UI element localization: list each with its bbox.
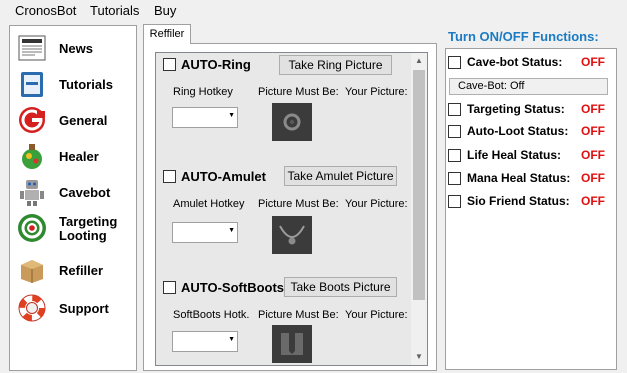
sidebar-item-targeting-looting[interactable]: Targeting Looting <box>10 211 136 247</box>
chevron-down-icon: ▼ <box>228 227 235 234</box>
autoloot-status-row[interactable]: Auto-Loot Status: OFF <box>448 124 613 140</box>
sidebar-item-label: News <box>59 41 93 56</box>
targeting-label-line1: Targeting <box>59 214 118 229</box>
vertical-scrollbar[interactable]: ▲ ▼ <box>411 53 427 365</box>
siofriend-status-checkbox[interactable] <box>448 195 461 208</box>
sidebar-item-label: Cavebot <box>59 185 111 200</box>
auto-amulet-title: AUTO-Amulet <box>181 169 266 184</box>
sidebar: News Tutorials General Healer Cavebot Ta… <box>9 25 137 371</box>
sidebar-item-tutorials[interactable]: Tutorials <box>10 67 136 103</box>
manaheal-status-row[interactable]: Mana Heal Status: OFF <box>448 171 613 187</box>
auto-ring-title: AUTO-Ring <box>181 57 251 72</box>
targeting-status-row[interactable]: Targeting Status: OFF <box>448 102 613 118</box>
sidebar-item-label: General <box>59 113 108 128</box>
softboots-your-picture-label: Your Picture: <box>345 309 408 321</box>
sidebar-item-label: Tutorials <box>59 77 113 92</box>
general-g-icon <box>19 107 45 133</box>
lifebuoy-icon <box>18 294 46 322</box>
amulet-your-picture-label: Your Picture: <box>345 198 408 210</box>
sidebar-item-label: Healer <box>59 149 99 164</box>
auto-softboots-checkbox[interactable] <box>163 281 176 294</box>
sidebar-item-label: Support <box>59 301 109 316</box>
cavebot-status-row[interactable]: Cave-bot Status: OFF <box>448 55 613 71</box>
auto-amulet-checkbox[interactable] <box>163 170 176 183</box>
siofriend-status-row[interactable]: Sio Friend Status: OFF <box>448 194 613 210</box>
menu-cronosbot[interactable]: CronosBot <box>15 3 76 18</box>
amulet-picture <box>272 216 312 254</box>
ring-picture <box>272 103 312 141</box>
cavebot-status-checkbox[interactable] <box>448 56 461 69</box>
tab-reffiler[interactable]: Reffiler <box>143 24 191 44</box>
auto-softboots-title: AUTO-SoftBoots <box>181 280 285 295</box>
status-badge: OFF <box>581 55 605 69</box>
tutorials-book-icon <box>21 72 43 97</box>
take-boots-picture-button[interactable]: Take Boots Picture <box>284 277 397 297</box>
softboots-picture <box>272 325 312 363</box>
status-label: Sio Friend Status: <box>467 194 570 208</box>
sidebar-item-news[interactable]: News <box>10 31 136 67</box>
status-badge: OFF <box>581 124 605 138</box>
amulet-hotkey-select[interactable]: ▼ <box>172 222 238 243</box>
target-icon <box>18 214 46 242</box>
softboots-hotkey-label: SoftBoots Hotk. <box>173 309 250 321</box>
newspaper-icon <box>18 35 46 61</box>
lifeheal-status-checkbox[interactable] <box>448 149 461 162</box>
scroll-thumb[interactable] <box>413 70 425 300</box>
sidebar-item-label: Targeting Looting <box>59 211 117 247</box>
take-amulet-picture-button[interactable]: Take Amulet Picture <box>284 166 397 186</box>
menu-buy[interactable]: Buy <box>154 3 176 18</box>
chevron-down-icon: ▼ <box>228 336 235 343</box>
ring-hotkey-select[interactable]: ▼ <box>172 107 238 128</box>
sidebar-item-cavebot[interactable]: Cavebot <box>10 175 136 211</box>
amulet-hotkey-label: Amulet Hotkey <box>173 198 245 210</box>
status-badge: OFF <box>581 148 605 162</box>
amulet-must-be-label: Picture Must Be: <box>258 198 339 210</box>
autoloot-status-checkbox[interactable] <box>448 125 461 138</box>
targeting-status-checkbox[interactable] <box>448 103 461 116</box>
lifeheal-status-row[interactable]: Life Heal Status: OFF <box>448 148 613 164</box>
functions-title: Turn ON/OFF Functions: <box>448 29 599 44</box>
sidebar-item-general[interactable]: General <box>10 103 136 139</box>
chevron-down-icon: ▼ <box>228 112 235 119</box>
menu-bar: CronosBot Tutorials Buy <box>0 0 627 20</box>
manaheal-status-checkbox[interactable] <box>448 172 461 185</box>
status-label: Cave-bot Status: <box>467 55 563 69</box>
status-label: Auto-Loot Status: <box>467 124 569 138</box>
potion-icon <box>22 144 42 169</box>
status-badge: OFF <box>581 194 605 208</box>
ring-your-picture-label: Your Picture: <box>345 86 408 98</box>
status-badge: OFF <box>581 102 605 116</box>
softboots-hotkey-select[interactable]: ▼ <box>172 331 238 352</box>
status-label: Targeting Status: <box>467 102 565 116</box>
status-label: Mana Heal Status: <box>467 171 571 185</box>
sidebar-item-support[interactable]: Support <box>10 291 136 327</box>
sidebar-item-label: Refiller <box>59 263 104 278</box>
status-badge: OFF <box>581 171 605 185</box>
robot-icon <box>20 180 44 206</box>
scroll-up-icon[interactable]: ▲ <box>411 53 427 69</box>
status-label: Life Heal Status: <box>467 148 562 162</box>
take-ring-picture-button[interactable]: Take Ring Picture <box>279 55 392 75</box>
auto-ring-checkbox[interactable] <box>163 58 176 71</box>
targeting-label-line2: Looting <box>59 228 107 243</box>
cavebot-status-text: Cave-Bot: Off <box>449 78 608 95</box>
scroll-down-icon[interactable]: ▼ <box>411 349 427 365</box>
menu-tutorials[interactable]: Tutorials <box>90 3 139 18</box>
sidebar-item-refiller[interactable]: Refiller <box>10 253 136 289</box>
sidebar-item-healer[interactable]: Healer <box>10 139 136 175</box>
ring-hotkey-label: Ring Hotkey <box>173 86 233 98</box>
crate-icon <box>21 260 43 283</box>
ring-must-be-label: Picture Must Be: <box>258 86 339 98</box>
softboots-must-be-label: Picture Must Be: <box>258 309 339 321</box>
